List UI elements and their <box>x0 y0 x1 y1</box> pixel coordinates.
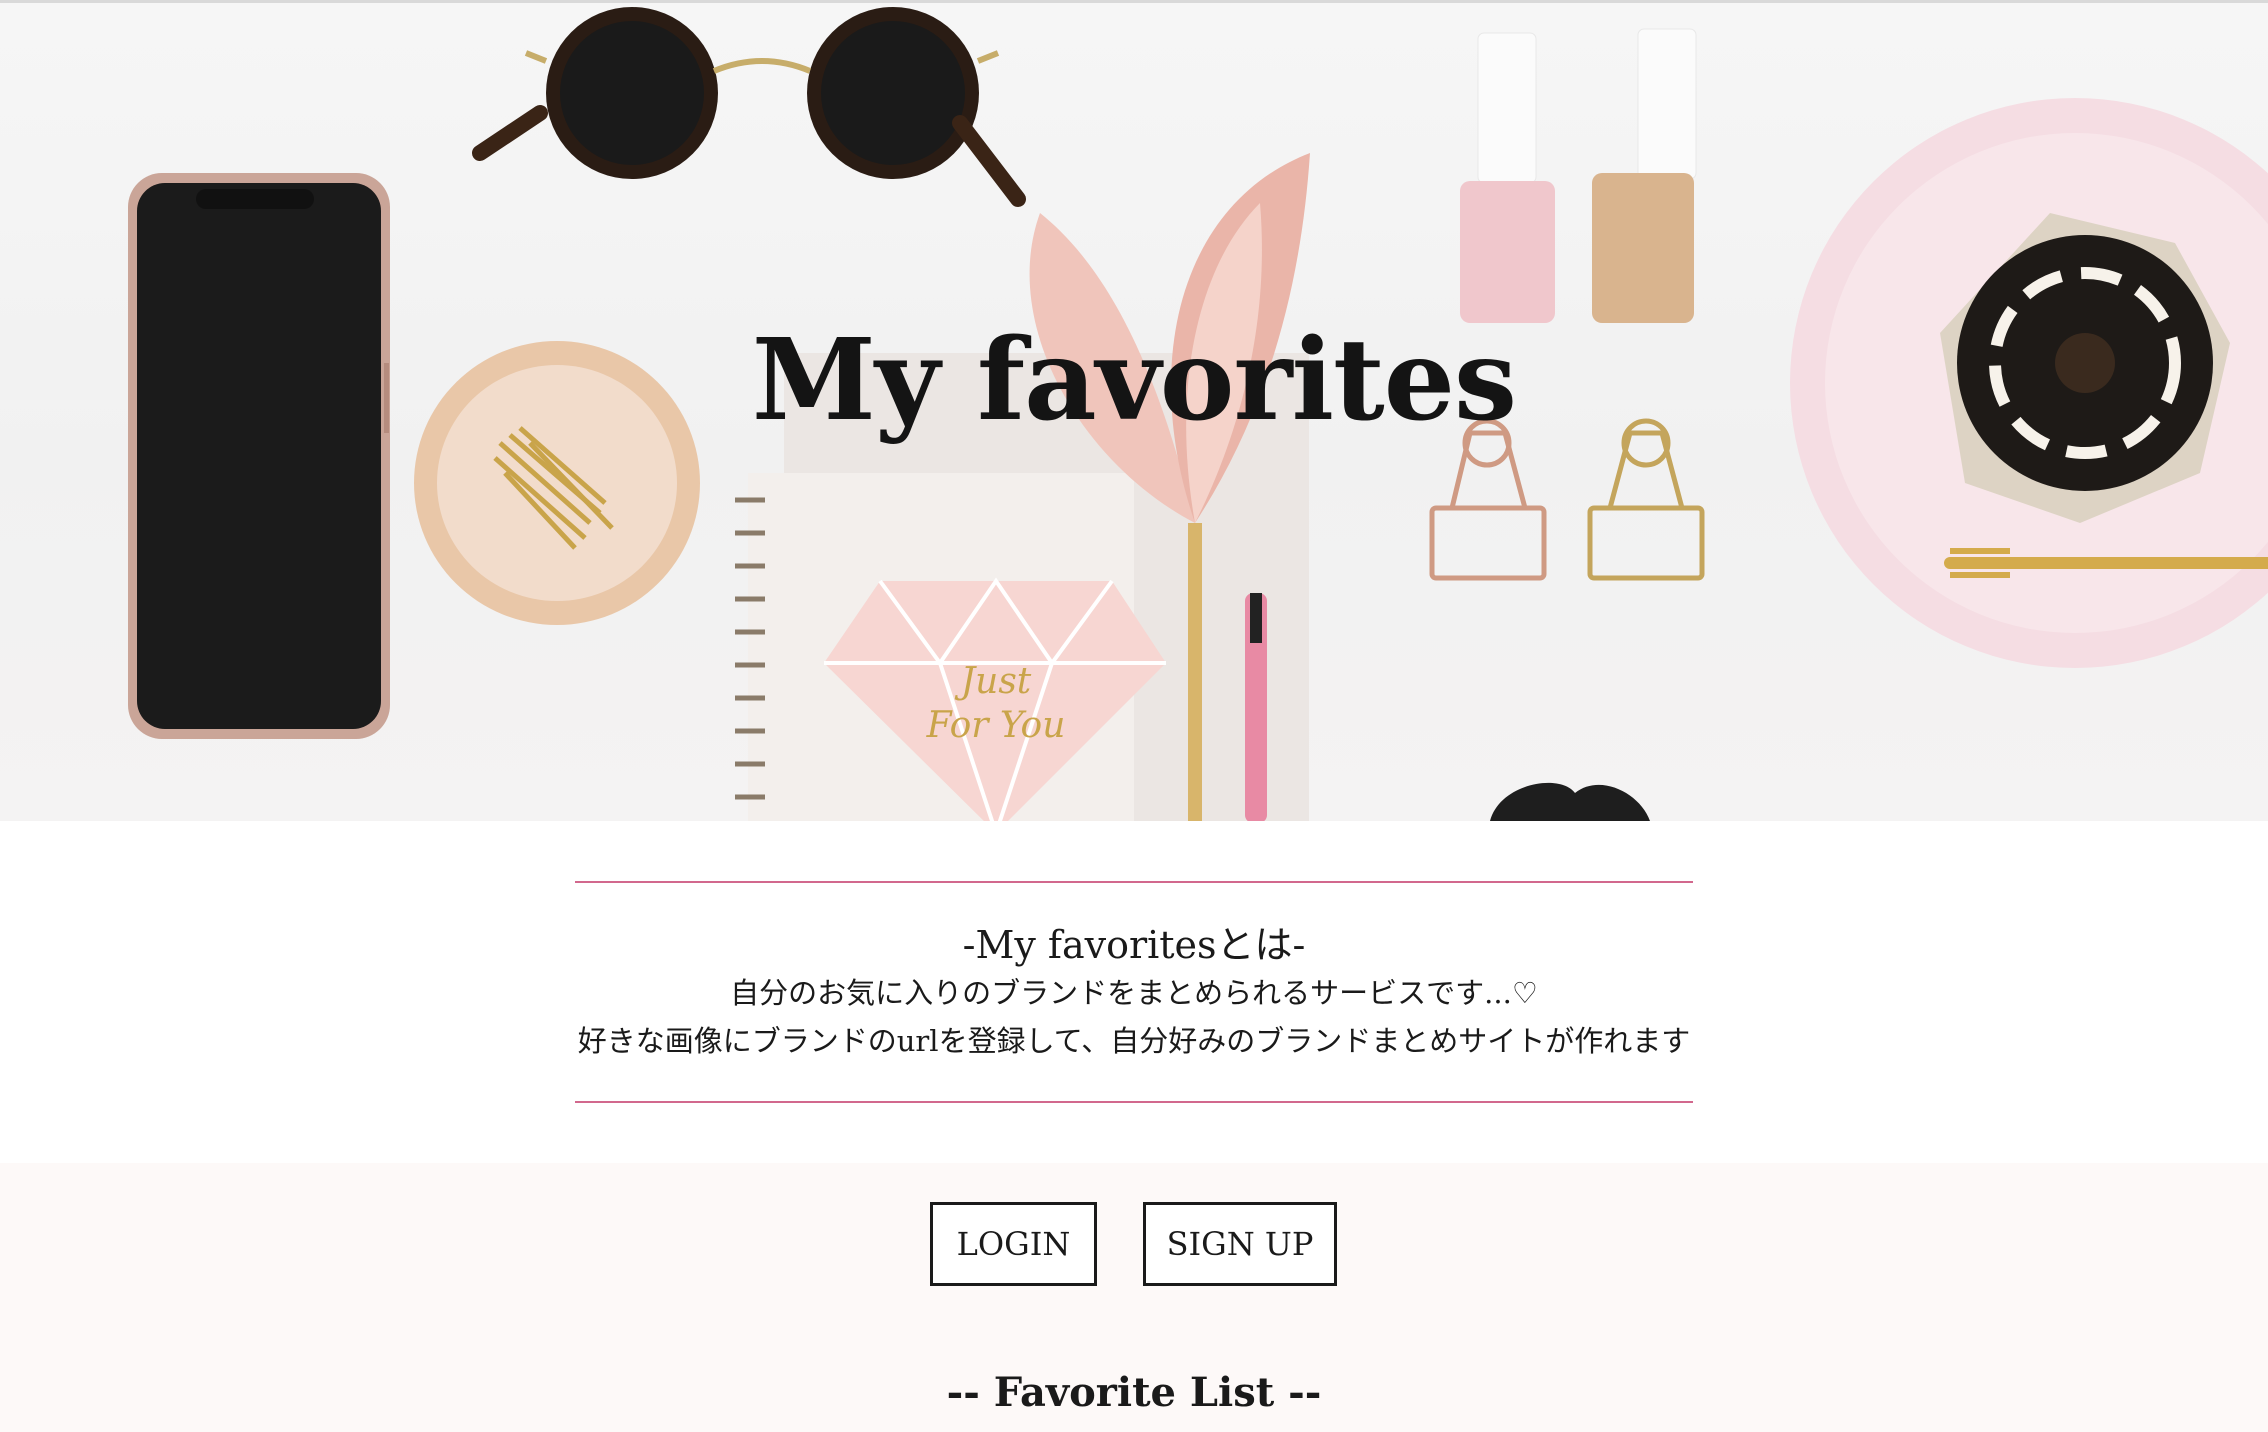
sunglasses-image <box>472 7 1026 207</box>
hero-banner: Just For You My favorites <box>0 3 2268 821</box>
favorite-list-title: -- Favorite List -- <box>946 1369 1322 1416</box>
action-section: LOGIN SIGN UP -- Favorite List -- <box>0 1163 2268 1432</box>
card-text-for-you: For You <box>926 705 1066 746</box>
intro-heading: -My favoritesとは- <box>962 923 1306 967</box>
login-button[interactable]: LOGIN <box>930 1202 1097 1286</box>
intro-line-2: 好きな画像にブランドのurlを登録して、自分好みのブランドまとめサイトが作れます <box>577 1024 1691 1058</box>
intro-section: -My favoritesとは- 自分のお気に入りのブランドをまとめられるサービ… <box>575 881 1693 1103</box>
intro-line-1: 自分のお気に入りのブランドをまとめられるサービスです...♡ <box>730 976 1538 1010</box>
dark-accessory-image <box>1490 782 1650 821</box>
card-text-just: Just <box>954 661 1032 702</box>
nail-polish-image <box>1460 28 1697 323</box>
phone-image <box>128 173 390 739</box>
hero-title: My favorites <box>751 315 1517 446</box>
signup-button[interactable]: SIGN UP <box>1143 1202 1337 1286</box>
